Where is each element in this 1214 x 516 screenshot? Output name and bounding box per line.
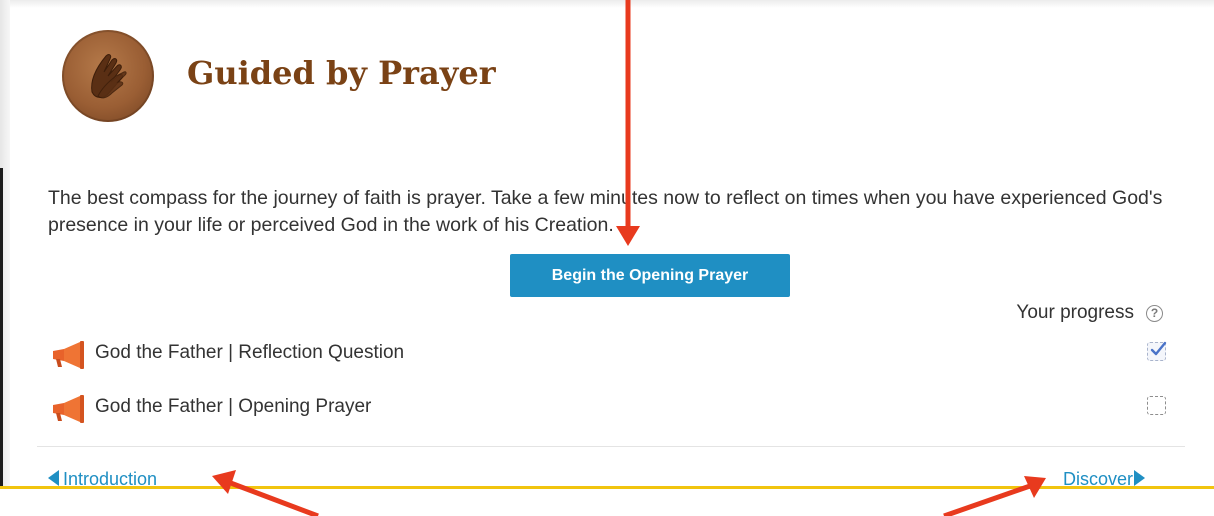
list-item-opening-prayer[interactable]: God the Father | Opening Prayer	[50, 392, 1170, 423]
incomplete-checkbox	[1147, 396, 1166, 415]
list-item-reflection-question[interactable]: God the Father | Reflection Question	[50, 338, 1170, 369]
footer-divider	[37, 446, 1185, 447]
below-card-area	[0, 489, 1214, 516]
lesson-title: Guided by Prayer	[187, 54, 496, 92]
triangle-left-icon	[48, 470, 59, 486]
question-circle-icon[interactable]: ?	[1146, 305, 1163, 322]
lesson-intro-text: The best compass for the journey of fait…	[48, 187, 1163, 236]
completed-checkbox	[1147, 341, 1167, 361]
megaphone-icon	[50, 340, 90, 375]
megaphone-icon	[50, 394, 90, 429]
list-item-label[interactable]: God the Father | Reflection Question	[95, 342, 404, 364]
window-left-border	[0, 168, 3, 516]
list-item-label[interactable]: God the Father | Opening Prayer	[95, 396, 371, 418]
praying-hands-icon	[62, 30, 154, 122]
begin-opening-prayer-button[interactable]: Begin the Opening Prayer	[510, 254, 790, 297]
progress-label: Your progress	[1016, 302, 1134, 323]
window-top-shadow	[10, 0, 1214, 8]
triangle-right-icon	[1134, 470, 1146, 486]
